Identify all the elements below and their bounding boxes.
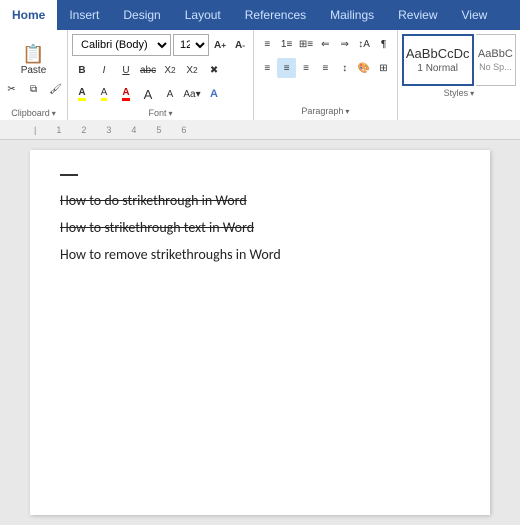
doc-text-2: How to strikethrough text in Word: [60, 219, 254, 236]
borders-button[interactable]: ⊞: [374, 58, 392, 78]
styles-group-label: Styles ▾: [402, 88, 516, 98]
tab-mailings[interactable]: Mailings: [318, 0, 386, 30]
doc-line-1: How to do strikethrough in Word: [60, 190, 460, 211]
paragraph-group-label: Paragraph ▾: [258, 106, 393, 116]
shading-fill-button[interactable]: 🎨: [355, 58, 373, 78]
paste-label: Paste: [21, 65, 47, 76]
shading-button[interactable]: A: [94, 84, 114, 104]
style-nospacing[interactable]: AaBbC No Sp...: [476, 34, 516, 86]
align-center-button[interactable]: ≡: [277, 58, 295, 78]
tab-references[interactable]: References: [233, 0, 318, 30]
clipboard-label: Clipboard ▾: [4, 108, 63, 118]
decrease-font-button[interactable]: A-: [231, 35, 249, 55]
bold-button[interactable]: B: [72, 60, 92, 80]
style-normal[interactable]: AaBbCcDc 1 Normal: [402, 34, 474, 86]
doc-text-1: How to do strikethrough in Word: [60, 192, 247, 209]
justify-button[interactable]: ≡: [316, 58, 334, 78]
tab-insert[interactable]: Insert: [57, 0, 111, 30]
subscript-button[interactable]: X2: [160, 60, 180, 80]
clipboard-group: 📋 Paste ✂ ⧉ 🖌 Clipboard ▾: [0, 30, 68, 120]
font-size-shrink-button[interactable]: A: [160, 84, 180, 104]
italic-button[interactable]: I: [94, 60, 114, 80]
multilevel-list-button[interactable]: ⊞≡: [297, 34, 315, 54]
paste-icon: 📋: [22, 44, 44, 65]
font-size-select[interactable]: 12: [173, 34, 209, 56]
increase-indent-button[interactable]: ⇒: [336, 34, 354, 54]
tab-review[interactable]: Review: [386, 0, 449, 30]
superscript-button[interactable]: X2: [182, 60, 202, 80]
text-highlight-button[interactable]: A: [72, 84, 92, 104]
align-right-button[interactable]: ≡: [297, 58, 315, 78]
font-size-grow-button[interactable]: A: [138, 84, 158, 104]
ribbon: 📋 Paste ✂ ⧉ 🖌 Clipboard ▾ Calibri (Body)…: [0, 30, 520, 120]
doc-line-3: How to remove strikethroughs in Word: [60, 244, 460, 265]
font-group-label: Font ▾: [72, 108, 249, 118]
doc-text-3: How to remove strikethroughs in Word: [60, 246, 281, 263]
nosp-label: No Sp...: [479, 62, 512, 72]
font-group: Calibri (Body) 12 A+ A- B I U abc X2 X2 …: [68, 30, 254, 120]
font-color-button[interactable]: A: [116, 84, 136, 104]
show-formatting-button[interactable]: ¶: [374, 34, 392, 54]
ruler: | 1 2 3 4 5 6: [0, 120, 520, 140]
clear-format-button[interactable]: ✖: [204, 60, 224, 80]
tab-view[interactable]: View: [450, 0, 500, 30]
change-case-button[interactable]: Aa▾: [182, 84, 202, 104]
line-spacing-button[interactable]: ↕: [336, 58, 354, 78]
ribbon-tabs: Home Insert Design Layout References Mai…: [0, 0, 520, 30]
cut-button[interactable]: ✂: [2, 80, 22, 100]
font-family-select[interactable]: Calibri (Body): [72, 34, 171, 56]
doc-line-2: How to strikethrough text in Word: [60, 217, 460, 238]
tab-home[interactable]: Home: [0, 0, 57, 30]
content-area: How to do strikethrough in Word How to s…: [0, 140, 520, 525]
underline-button[interactable]: U: [116, 60, 136, 80]
tab-design[interactable]: Design: [111, 0, 172, 30]
increase-font-button[interactable]: A+: [211, 35, 229, 55]
sort-button[interactable]: ↕A: [355, 34, 373, 54]
copy-button[interactable]: ⧉: [24, 80, 44, 100]
text-effects-button[interactable]: A: [204, 84, 224, 104]
format-painter-button[interactable]: 🖌: [46, 80, 66, 100]
cursor-line: [60, 174, 78, 176]
numbering-button[interactable]: 1≡: [277, 34, 295, 54]
paste-button[interactable]: 📋 Paste: [14, 41, 54, 79]
tab-layout[interactable]: Layout: [173, 0, 233, 30]
strikethrough-button[interactable]: abc: [138, 60, 158, 80]
bullets-button[interactable]: ≡: [258, 34, 276, 54]
normal-preview: AaBbCcDc: [406, 46, 470, 61]
styles-group: AaBbCcDc 1 Normal AaBbC No Sp... Styles …: [398, 30, 520, 120]
align-left-button[interactable]: ≡: [258, 58, 276, 78]
document[interactable]: How to do strikethrough in Word How to s…: [30, 150, 490, 515]
decrease-indent-button[interactable]: ⇐: [316, 34, 334, 54]
nosp-preview: AaBbC: [478, 48, 513, 60]
paragraph-group: ≡ 1≡ ⊞≡ ⇐ ⇒ ↕A ¶ ≡ ≡ ≡ ≡ ↕ 🎨 ⊞ Paragr: [254, 30, 398, 120]
normal-label: 1 Normal: [417, 63, 458, 74]
